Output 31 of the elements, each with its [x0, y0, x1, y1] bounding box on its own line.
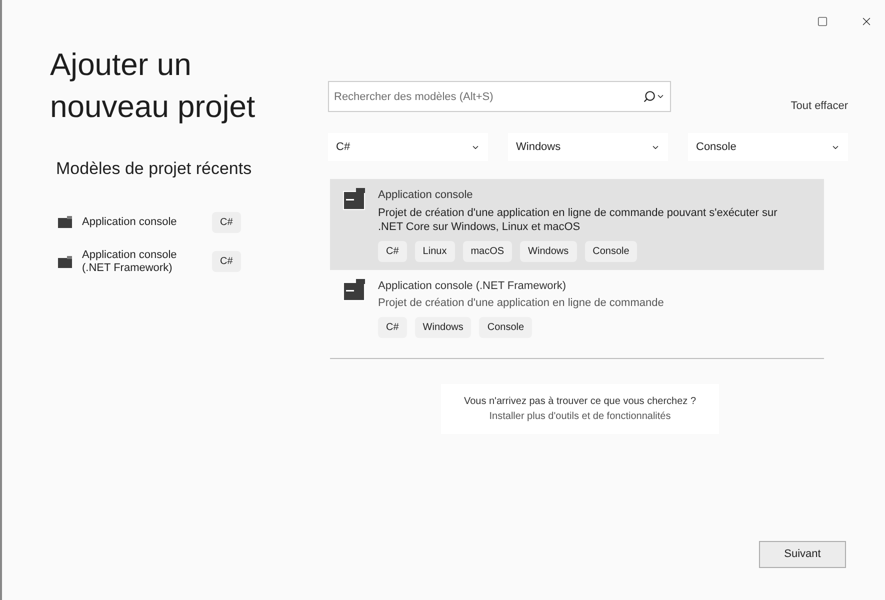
- template-description: Projet de création d'une application en ligne de commande: [378, 296, 665, 310]
- install-link[interactable]: Installer plus d'outils et de fonctionnalités: [489, 409, 671, 424]
- filter-dropdown[interactable]: Windows: [508, 133, 668, 161]
- section-heading: Modèles de projet récents: [56, 158, 253, 180]
- next-button[interactable]: Suivant: [759, 541, 846, 568]
- template-tag: Linux: [414, 240, 455, 262]
- recent-template-item[interactable]: Application console C#: [58, 212, 258, 232]
- template-tag: Windows: [414, 317, 472, 338]
- template-tag: Console: [479, 317, 532, 338]
- caret-icon[interactable]: [656, 92, 665, 101]
- filter-dropdown[interactable]: Console: [688, 133, 848, 161]
- template-tag: Windows: [520, 240, 577, 262]
- template-tag: C#: [378, 317, 407, 338]
- recent-template-item[interactable]: Application console (.NET Framework) C#: [58, 248, 258, 274]
- template-tag: Console: [584, 240, 638, 262]
- template-tag: macOS: [462, 240, 512, 262]
- template-item[interactable]: Application console Projet de création d'une application en ligne de commande pouvant s'exécuter sur .NET Core sur Windows, Linux et macOS C# Linux macOS Windows Console: [330, 179, 824, 270]
- template-name: Application console: [378, 188, 474, 203]
- search-field[interactable]: Rechercher des modèles (Alt+S): [328, 81, 671, 112]
- clear-all-link[interactable]: Tout effacer: [790, 98, 848, 114]
- template-name: Application console (.NET Framework): [378, 278, 568, 294]
- language-tag: C#: [212, 212, 241, 232]
- page-title: Ajouter un nouveau projet: [50, 46, 256, 126]
- search-icon[interactable]: [643, 90, 656, 103]
- language-tag: C#: [212, 251, 241, 272]
- template-tag: C#: [378, 240, 407, 262]
- filter-dropdown[interactable]: C#: [328, 133, 488, 161]
- maximize-icon[interactable]: [817, 16, 828, 26]
- template-item[interactable]: Application console (.NET Framework) Projet de création d'une application en ligne de commande C# Windows Console: [330, 270, 824, 346]
- template-description: Projet de création d'une application en ligne de commande pouvant s'exécuter sur .NET Core sur Windows, Linux et macOS: [378, 206, 778, 234]
- help-question: Vous n'arrivez pas à trouver ce que vous cherchez ?: [464, 395, 696, 409]
